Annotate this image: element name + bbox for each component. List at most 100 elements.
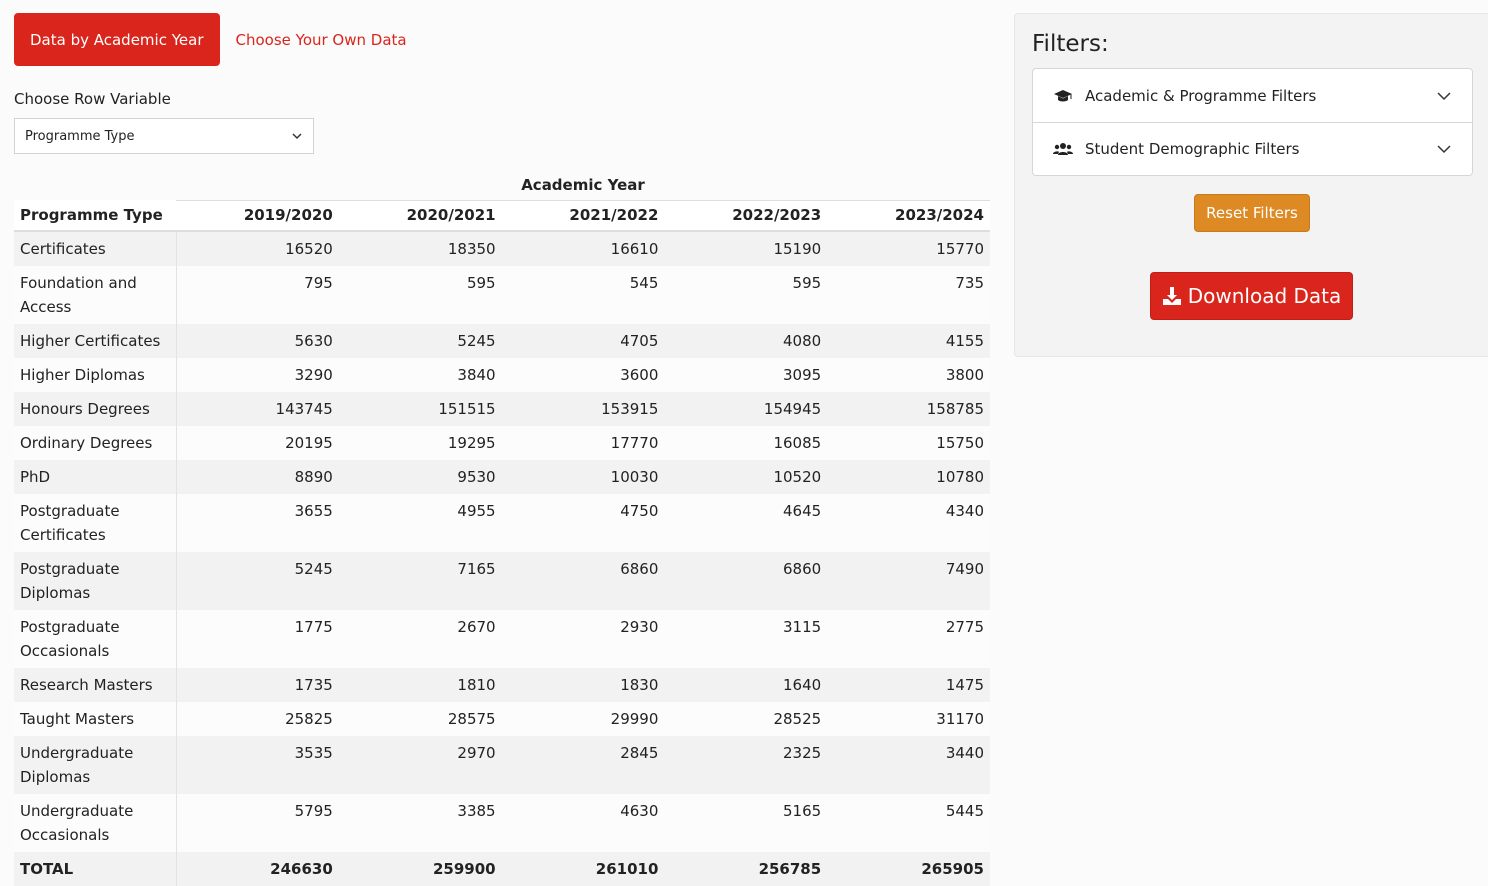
total-cell: 259900: [338, 852, 502, 886]
table-row: Research Masters 1735 1810 1830 1640 1475: [14, 668, 990, 702]
row-label: Higher Certificates: [14, 324, 177, 358]
table-cell: 1735: [176, 668, 339, 702]
table-row: Honours Degrees 143745 151515 153915 154945 1…: [14, 392, 990, 426]
table-cell: 10030: [501, 460, 665, 494]
row-header: Programme Type: [14, 200, 176, 232]
table-cell: 25825: [176, 702, 339, 736]
table-row: Postgraduate Occasionals 1775 2670 2930 3115…: [14, 610, 990, 668]
table-cell: 4955: [338, 494, 502, 552]
table-row: Foundation and Access 795 595 545 595 735: [14, 266, 990, 324]
table-cell: 5165: [664, 794, 828, 852]
table-cell: 2775: [827, 610, 990, 668]
download-icon: [1162, 287, 1181, 305]
table-cell: 16520: [176, 231, 339, 266]
table-corner: [14, 170, 176, 200]
table-row: Postgraduate Certificates 3655 4955 4750 464…: [14, 494, 990, 552]
table-cell: 4705: [501, 324, 665, 358]
total-cell: 265905: [827, 852, 990, 886]
total-cell: 256785: [664, 852, 828, 886]
table-cell: 153915: [501, 392, 665, 426]
table-cell: 2845: [501, 736, 665, 794]
users-icon: [1053, 141, 1073, 157]
table-cell: 10520: [664, 460, 828, 494]
table-cell: 2670: [338, 610, 502, 668]
table-row: Ordinary Degrees 20195 19295 17770 16085 1575…: [14, 426, 990, 460]
row-label: Undergraduate Diplomas: [14, 736, 177, 794]
row-variable-label: Choose Row Variable: [14, 90, 171, 108]
table-cell: 2325: [664, 736, 828, 794]
tab-data-by-academic-year[interactable]: Data by Academic Year: [14, 13, 220, 66]
table-cell: 2970: [338, 736, 502, 794]
filters-title: Filters:: [1032, 31, 1109, 57]
table-cell: 143745: [176, 392, 339, 426]
row-label: Research Masters: [14, 668, 177, 702]
column-header: 2022/2023: [664, 200, 828, 232]
table-cell: 31170: [827, 702, 990, 736]
table-cell: 4080: [664, 324, 828, 358]
total-cell: 261010: [501, 852, 665, 886]
table-cell: 28525: [664, 702, 828, 736]
table-row: Undergraduate Diplomas 3535 2970 2845 2325 34…: [14, 736, 990, 794]
download-data-button[interactable]: Download Data: [1150, 272, 1353, 320]
table-cell: 19295: [338, 426, 502, 460]
table-row: Certificates 16520 18350 16610 15190 15770: [14, 231, 990, 266]
table-cell: 5630: [176, 324, 339, 358]
table-cell: 16610: [501, 231, 665, 266]
total-row: TOTAL 246630 259900 261010 256785 265905: [14, 852, 990, 886]
table-cell: 3385: [338, 794, 502, 852]
row-variable-selected: Programme Type: [25, 128, 135, 144]
row-label: Postgraduate Certificates: [14, 494, 177, 552]
student-demographic-filters-label: Student Demographic Filters: [1085, 140, 1300, 158]
column-header: 2021/2022: [501, 200, 665, 232]
table-cell: 15750: [827, 426, 990, 460]
table-row: Higher Certificates 5630 5245 4705 4080 4155: [14, 324, 990, 358]
table-cell: 158785: [827, 392, 990, 426]
filters-panel: Filters: Academic & Programme Filters St…: [1014, 13, 1488, 357]
table-cell: 795: [176, 266, 339, 324]
data-table: Academic Year Programme Type 2019/2020 20…: [14, 170, 990, 886]
chevron-down-icon: [1437, 145, 1451, 154]
table-cell: 1475: [827, 668, 990, 702]
table-cell: 1640: [664, 668, 828, 702]
table-cell: 7490: [827, 552, 990, 610]
table-cell: 3290: [176, 358, 339, 392]
column-header: 2020/2021: [338, 200, 502, 232]
academic-programme-filters-toggle[interactable]: Academic & Programme Filters: [1033, 69, 1472, 122]
main-panel: Data by Academic Year Choose Your Own Da…: [14, 13, 990, 886]
table-cell: 6860: [664, 552, 828, 610]
table-cell: 8890: [176, 460, 339, 494]
academic-programme-filters-label: Academic & Programme Filters: [1085, 86, 1317, 105]
row-variable-select[interactable]: Programme Type: [14, 118, 314, 154]
total-label: TOTAL: [14, 852, 177, 886]
table-cell: 2930: [501, 610, 665, 668]
table-cell: 3655: [176, 494, 339, 552]
table-cell: 154945: [664, 392, 828, 426]
table-cell: 16085: [664, 426, 828, 460]
table-cell: 3800: [827, 358, 990, 392]
table-cell: 4340: [827, 494, 990, 552]
row-label: Certificates: [14, 231, 177, 266]
chevron-down-icon: [1437, 91, 1451, 100]
table-row: Undergraduate Occasionals 5795 3385 4630 516…: [14, 794, 990, 852]
tab-choose-your-own-data[interactable]: Choose Your Own Data: [236, 31, 407, 49]
row-label: Honours Degrees: [14, 392, 177, 426]
table-cell: 10780: [827, 460, 990, 494]
table-cell: 3535: [176, 736, 339, 794]
table-cell: 29990: [501, 702, 665, 736]
row-label: Postgraduate Diplomas: [14, 552, 177, 610]
table-cell: 3840: [338, 358, 502, 392]
table-cell: 4155: [827, 324, 990, 358]
reset-filters-button[interactable]: Reset Filters: [1194, 194, 1310, 232]
table-cell: 4750: [501, 494, 665, 552]
table-row: Taught Masters 25825 28575 29990 28525 31170: [14, 702, 990, 736]
download-data-label: Download Data: [1187, 284, 1342, 308]
table-cell: 5795: [176, 794, 339, 852]
row-label: Ordinary Degrees: [14, 426, 177, 460]
student-demographic-filters-toggle[interactable]: Student Demographic Filters: [1033, 122, 1472, 175]
table-cell: 18350: [338, 231, 502, 266]
row-label: PhD: [14, 460, 177, 494]
chevron-down-icon: [292, 133, 302, 140]
table-cell: 595: [664, 266, 828, 324]
row-label: Taught Masters: [14, 702, 177, 736]
table-cell: 5245: [338, 324, 502, 358]
